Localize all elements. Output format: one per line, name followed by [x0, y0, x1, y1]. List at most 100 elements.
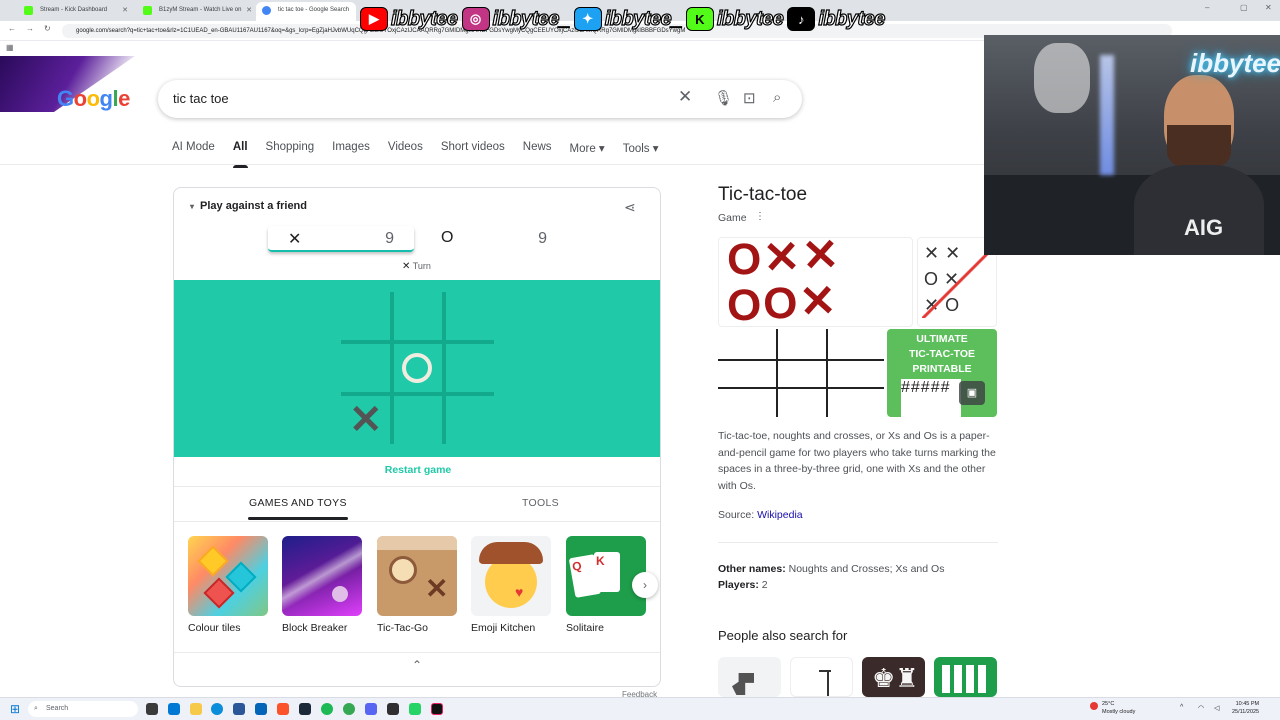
search-nav-tabs: AI Mode All Shopping Images Videos Short… [172, 141, 677, 168]
board-cell-7[interactable]: ✕ [341, 396, 390, 444]
share-icon[interactable]: ⋖ [624, 199, 636, 216]
taskbar-weather[interactable]: 25°C Mostly cloudy [1102, 700, 1135, 716]
google-logo[interactable]: Google [57, 86, 130, 112]
search-icon[interactable]: ⌕ [773, 89, 781, 106]
whatsapp-icon[interactable] [409, 703, 421, 715]
tiktok-handle: ♪ ibbytee [787, 7, 886, 31]
board-cell-5[interactable] [394, 344, 442, 392]
weather-alert-icon [1090, 702, 1098, 710]
divider [174, 521, 660, 522]
related-solitaire[interactable] [934, 657, 997, 697]
more-options-icon[interactable]: ⋮ [755, 211, 765, 222]
divider [174, 652, 660, 653]
kick-icon: K [685, 7, 714, 31]
tray-chevron-icon[interactable]: ^ [1180, 704, 1183, 711]
neon-sign: ibbytee [1190, 48, 1280, 78]
windows-start-icon[interactable]: ⊞ [10, 702, 20, 716]
game-mode-dropdown[interactable]: ▾ Play against a friend [190, 200, 307, 212]
player-o-score: O 9 [441, 229, 547, 247]
app-icon[interactable] [431, 703, 443, 715]
close-window-icon[interactable]: ✕ [1265, 3, 1272, 12]
spotify-icon[interactable] [321, 703, 333, 715]
tab-more[interactable]: More ▾ [570, 141, 605, 155]
board-cell-8[interactable] [394, 396, 442, 444]
carousel-next-button[interactable]: › [632, 572, 658, 598]
browser-tab-kick-stream[interactable]: B1zyM Stream - Watch Live on ✕ [137, 2, 257, 21]
tab-videos[interactable]: Videos [388, 141, 423, 155]
apps-grid-icon[interactable]: ▦ [6, 43, 14, 52]
reload-icon[interactable]: ↻ [44, 24, 51, 33]
related-hangman[interactable] [790, 657, 853, 697]
tab-shopping[interactable]: Shopping [266, 141, 315, 155]
brave-icon[interactable] [277, 703, 289, 715]
board-cell-9[interactable] [446, 396, 494, 444]
back-icon[interactable]: ← [8, 24, 16, 33]
tab-all[interactable]: All [232, 141, 248, 168]
board-cell-1[interactable] [341, 292, 390, 340]
kp-image-ultimate-printable[interactable]: ULTIMATE TIC-TAC-TOE PRINTABLE ##### ▣ [887, 329, 997, 417]
browser-tab-kick-dashboard[interactable]: Stream - Kick Dashboard ✕ [18, 2, 133, 21]
browser-tab-google-search[interactable]: tic tac toe - Google Search [256, 2, 356, 21]
social-handles-overlay: ▶ ibbytee ◎ ibbytee_ ✦ ibbytee_ K ibbyte… [360, 5, 886, 33]
steam-icon[interactable] [299, 703, 311, 715]
related-chess[interactable]: ♚♜ [862, 657, 925, 697]
maximize-window-icon[interactable]: ▢ [1240, 3, 1248, 12]
close-tab-icon[interactable]: ✕ [246, 2, 252, 19]
tab-tools[interactable]: TOOLS [522, 497, 559, 509]
tab-ai-mode[interactable]: AI Mode [172, 141, 215, 155]
game-colour-tiles[interactable]: Colour tiles [188, 536, 268, 634]
copilot-icon[interactable] [168, 703, 180, 715]
obs-icon[interactable] [387, 703, 399, 715]
divider [174, 486, 660, 487]
youtube-handle: ▶ ibbytee [360, 7, 459, 31]
x-mark: ✕ [349, 398, 383, 442]
edge-icon[interactable] [211, 703, 223, 715]
tab-images[interactable]: Images [332, 141, 370, 155]
clear-search-icon[interactable]: ✕ [678, 87, 692, 107]
tab-games-and-toys[interactable]: GAMES AND TOYS [248, 497, 348, 520]
wikipedia-link[interactable]: Wikipedia [757, 509, 803, 521]
board-cell-2[interactable] [394, 292, 442, 340]
voice-search-icon[interactable]: 🎙 [714, 89, 733, 107]
tab-news[interactable]: News [523, 141, 552, 155]
taskbar-clock[interactable]: 10:45 PM 25/11/2025 [1232, 700, 1259, 716]
file-explorer-icon[interactable] [190, 703, 202, 715]
tab-short-videos[interactable]: Short videos [441, 141, 505, 155]
kp-image-empty-grid[interactable] [718, 329, 884, 417]
game-emoji-kitchen[interactable]: ♥ Emoji Kitchen [471, 536, 551, 634]
outlook-icon[interactable] [255, 703, 267, 715]
board-cell-3[interactable] [446, 292, 494, 340]
store-icon[interactable] [233, 703, 245, 715]
close-tab-icon[interactable]: ✕ [122, 2, 128, 19]
tab-tools[interactable]: Tools ▾ [623, 141, 659, 155]
taskbar-search[interactable]: ⌕ Search [28, 701, 138, 717]
restart-game-button[interactable]: Restart game [174, 464, 660, 476]
minimize-window-icon[interactable]: – [1205, 3, 1209, 12]
task-view-icon[interactable] [146, 703, 158, 715]
lens-search-icon[interactable]: ⊡ [743, 89, 756, 107]
related-dino-game[interactable] [718, 657, 781, 697]
knowledge-panel-title: Tic-tac-toe [718, 184, 808, 205]
fact-other-names: Other names: Noughts and Crosses; Xs and… [718, 563, 945, 575]
chrome-icon[interactable] [343, 703, 355, 715]
forward-icon[interactable]: → [26, 24, 34, 33]
knowledge-panel-source: Source: Wikipedia [718, 509, 803, 521]
game-board[interactable]: ✕ [174, 280, 660, 457]
wifi-icon[interactable]: ◠ [1198, 704, 1204, 712]
search-icon: ⌕ [34, 705, 38, 712]
game-block-breaker[interactable]: Block Breaker [282, 536, 362, 634]
kp-image-handdrawn[interactable]: O✕✕ OO✕ [718, 237, 913, 327]
search-input[interactable]: tic tac toe [173, 91, 229, 106]
tic-tac-toe-game-card: ▾ Play against a friend ⋖ ✕ 9 O 9 ✕ Turn … [173, 187, 661, 687]
collapse-chevron-icon[interactable]: ⌃ [412, 658, 422, 672]
board-cell-4[interactable] [341, 344, 390, 392]
header-divider [0, 164, 985, 165]
image-gallery-icon[interactable]: ▣ [959, 381, 985, 405]
board-cell-6[interactable] [446, 344, 494, 392]
search-box[interactable]: tic tac toe ✕ 🎙 ⊡ ⌕ [158, 80, 802, 118]
divider [718, 542, 998, 543]
kick-handle: K ibbytee [685, 7, 784, 31]
discord-icon[interactable] [365, 703, 377, 715]
volume-icon[interactable]: ◁ [1214, 704, 1219, 712]
game-tic-tac-go[interactable]: ✕ Tic-Tac-Go [377, 536, 457, 634]
